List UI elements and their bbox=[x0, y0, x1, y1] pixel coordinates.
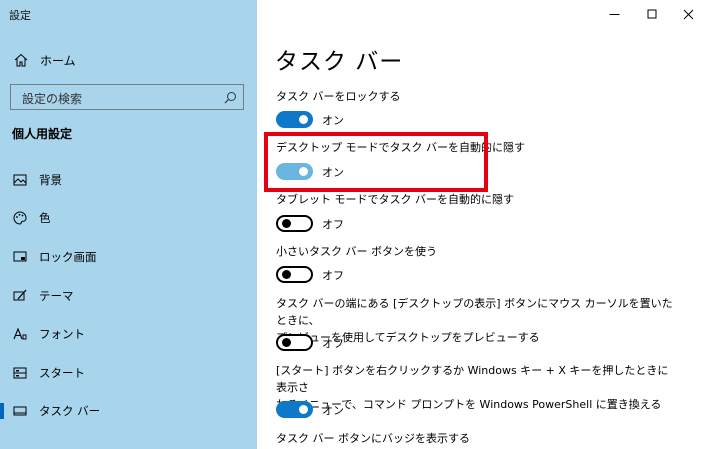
sidebar-item-lock-screen[interactable]: ロック画面 bbox=[0, 242, 257, 272]
section-title: 個人用設定 bbox=[12, 127, 73, 141]
sidebar-item-label: テーマ bbox=[39, 289, 74, 303]
search-input[interactable]: 設定の検索 bbox=[10, 84, 244, 110]
theme-brush-icon bbox=[13, 289, 27, 301]
lock-screen-icon bbox=[13, 251, 27, 262]
image-icon bbox=[13, 174, 27, 186]
toggle-switch[interactable] bbox=[276, 266, 313, 283]
sidebar-item-color[interactable]: 色 bbox=[0, 203, 257, 233]
sidebar-item-label: 色 bbox=[39, 211, 51, 225]
sidebar-item-label: ロック画面 bbox=[39, 250, 97, 264]
sidebar-item-theme[interactable]: テーマ bbox=[0, 281, 257, 311]
start-icon bbox=[13, 367, 27, 379]
sidebar-item-fonts[interactable]: フォント bbox=[0, 319, 257, 349]
search-icon bbox=[224, 92, 236, 104]
minimize-button[interactable] bbox=[596, 0, 632, 28]
setting-label-line: タスク バーの端にある [デスクトップの表示] ボタンにマウス カーソルを置いた… bbox=[276, 297, 673, 327]
toggle-state: オフ bbox=[322, 218, 344, 231]
sidebar-item-label: タスク バー bbox=[39, 404, 101, 418]
lock-taskbar-toggle[interactable]: オン bbox=[276, 111, 396, 129]
toggle-switch[interactable] bbox=[276, 334, 313, 351]
page-title: タスク バー bbox=[275, 49, 404, 75]
sidebar-item-label: スタート bbox=[39, 366, 85, 380]
highlight-box bbox=[264, 132, 488, 192]
taskbar-icon bbox=[13, 406, 27, 416]
toggle-state: オフ bbox=[322, 337, 344, 350]
autohide-tablet-toggle[interactable]: オフ bbox=[276, 215, 396, 233]
sidebar-item-taskbar[interactable]: タスク バー bbox=[0, 396, 257, 426]
setting-label: 小さいタスク バー ボタンを使う bbox=[276, 245, 437, 258]
sidebar: 設定 ホーム 設定の検索 個人用設定 背景 色 ロック画面 テーマ フォント ス… bbox=[0, 0, 257, 449]
search-placeholder: 設定の検索 bbox=[22, 92, 83, 106]
minimize-icon bbox=[609, 13, 619, 15]
setting-label: タブレット モードでタスク バーを自動的に隠す bbox=[276, 193, 514, 206]
toggle-switch[interactable] bbox=[276, 401, 313, 418]
sidebar-home-label: ホーム bbox=[40, 54, 76, 68]
toggle-switch[interactable] bbox=[276, 111, 313, 128]
font-icon bbox=[13, 327, 27, 340]
close-button[interactable] bbox=[670, 0, 706, 28]
active-indicator bbox=[0, 403, 4, 419]
setting-label-line: [スタート] ボタンを右クリックするか Windows キー + X キーを押し… bbox=[276, 364, 669, 394]
palette-icon bbox=[13, 211, 27, 225]
toggle-state: オン bbox=[322, 114, 344, 127]
sidebar-item-start[interactable]: スタート bbox=[0, 358, 257, 388]
sidebar-item-home[interactable]: ホーム bbox=[0, 46, 257, 74]
maximize-icon bbox=[647, 9, 656, 18]
small-buttons-toggle[interactable]: オフ bbox=[276, 266, 396, 284]
sidebar-item-background[interactable]: 背景 bbox=[0, 165, 257, 195]
home-icon bbox=[14, 53, 28, 67]
peek-toggle[interactable]: オフ bbox=[276, 334, 396, 352]
toggle-state: オフ bbox=[322, 269, 344, 282]
sidebar-item-label: 背景 bbox=[39, 173, 62, 187]
toggle-switch[interactable] bbox=[276, 215, 313, 232]
setting-label: タスク バーをロックする bbox=[276, 90, 401, 103]
app-title: 設定 bbox=[9, 9, 31, 22]
setting-label: タスク バー ボタンにバッジを表示する bbox=[276, 432, 470, 445]
close-icon bbox=[683, 9, 693, 19]
sidebar-item-label: フォント bbox=[39, 327, 85, 341]
powershell-toggle[interactable]: オン bbox=[276, 401, 396, 419]
toggle-state: オン bbox=[322, 404, 344, 417]
maximize-button[interactable] bbox=[634, 0, 670, 28]
